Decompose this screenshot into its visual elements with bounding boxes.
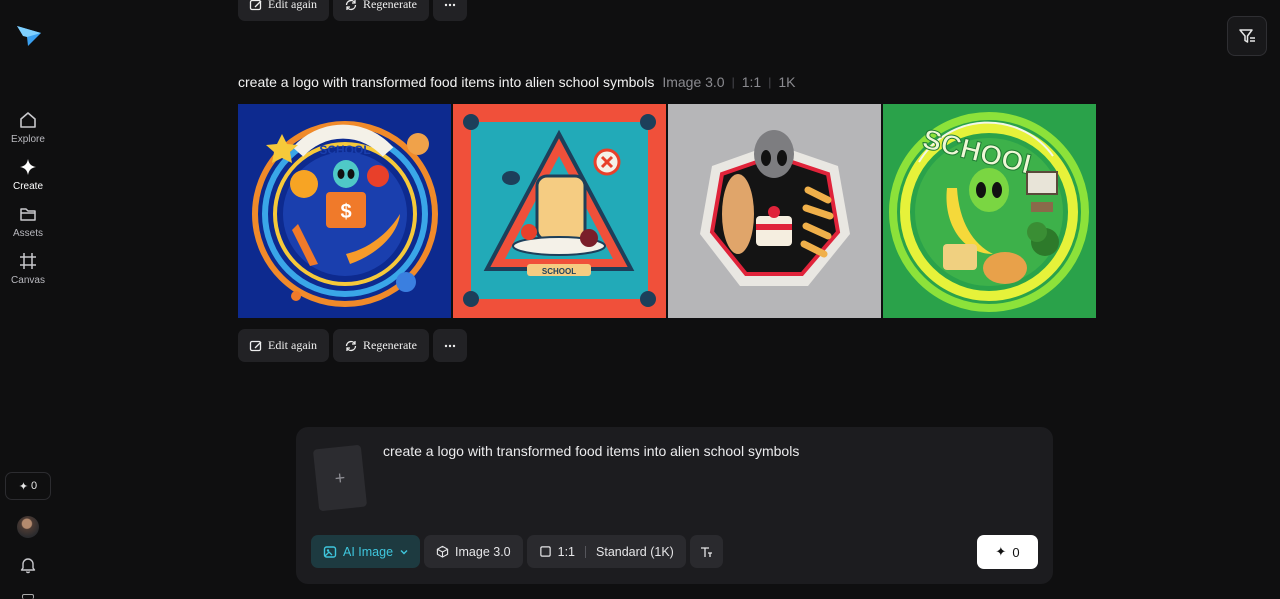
generation-prompt: create a logo with transformed food item…	[238, 74, 655, 90]
frame-icon	[18, 251, 38, 271]
cube-icon	[436, 545, 449, 558]
sidebar-item-assets[interactable]: Assets	[0, 204, 56, 239]
more-button[interactable]	[432, 329, 467, 362]
ai-image-icon	[323, 545, 337, 558]
sidebar-item-label: Create	[12, 181, 43, 192]
svg-text:$: $	[340, 201, 351, 223]
avatar[interactable]	[17, 516, 39, 538]
model-label: Image 3.0	[455, 544, 511, 559]
more-icon	[444, 3, 456, 6]
sidebar-item-create[interactable]: Create	[0, 157, 56, 192]
more-button[interactable]	[432, 0, 467, 21]
text-style-button[interactable]	[689, 535, 723, 568]
mode-select[interactable]: AI Image	[311, 535, 421, 568]
generation-ratio: 1:1	[741, 74, 762, 90]
sidebar-item-label: Explore	[11, 134, 45, 145]
prompt-input[interactable]: create a logo with transformed food item…	[383, 443, 799, 459]
generation-actions: Edit again Regenerate	[238, 329, 467, 362]
generated-image-2[interactable]: SCHOOL	[453, 104, 666, 318]
edit-again-button[interactable]: Edit again	[238, 329, 329, 362]
regenerate-label: Regenerate	[362, 338, 417, 352]
chevron-down-icon	[400, 549, 408, 554]
edit-again-label: Edit again	[268, 0, 317, 11]
tile-school-text: SCHOOL	[542, 267, 576, 276]
app-logo[interactable]	[16, 24, 42, 48]
divider: |	[731, 75, 735, 89]
tile-school-text: SCHOOL	[319, 143, 370, 157]
regenerate-label: Regenerate	[362, 0, 417, 11]
generated-image-3[interactable]	[668, 104, 881, 318]
model-select[interactable]: Image 3.0	[424, 535, 523, 568]
sidebar-item-canvas[interactable]: Canvas	[0, 251, 56, 286]
edit-icon	[249, 340, 262, 351]
filter-icon	[1239, 29, 1255, 43]
ratio-label: 1:1	[557, 544, 576, 559]
generated-image-4[interactable]: SCHOOL	[883, 104, 1096, 318]
bell-icon[interactable]	[19, 556, 37, 574]
image-grid: SCHOOL $ SCHOOL SCHOOL	[238, 104, 1096, 318]
image-upload-button[interactable]: +	[312, 444, 368, 512]
sparkle-icon	[18, 157, 38, 177]
credits-count: 0	[31, 480, 38, 492]
generate-cost: 0	[1012, 544, 1020, 560]
generation-resolution: 1K	[778, 74, 796, 90]
generated-image-1[interactable]: SCHOOL $	[238, 104, 451, 318]
refresh-icon	[345, 0, 357, 10]
generation-header: create a logo with transformed food item…	[238, 74, 795, 90]
sidebar: Explore Create Assets Canvas ✦ 0	[0, 0, 56, 599]
folder-icon	[18, 204, 38, 224]
home-icon	[18, 110, 38, 130]
previous-actions: Edit again Regenerate	[238, 0, 467, 21]
edit-again-button[interactable]: Edit again	[238, 0, 329, 21]
prompt-composer: + create a logo with transformed food it…	[296, 427, 1053, 584]
sidebar-item-label: Assets	[12, 228, 43, 239]
mode-label: AI Image	[343, 544, 394, 559]
more-icon	[444, 344, 456, 347]
edit-again-label: Edit again	[268, 338, 317, 352]
credits-badge[interactable]: ✦ 0	[5, 472, 51, 500]
sparkle-icon: ✦	[18, 480, 29, 493]
divider	[585, 545, 587, 558]
sparkle-icon: ✦	[995, 544, 1007, 559]
size-select[interactable]: 1:1 Standard (1K)	[526, 535, 686, 568]
text-format-icon	[701, 546, 713, 557]
sidebar-more-icon[interactable]	[22, 594, 34, 599]
sidebar-item-label: Canvas	[11, 275, 45, 286]
regenerate-button[interactable]: Regenerate	[332, 0, 429, 21]
sidebar-item-explore[interactable]: Explore	[0, 110, 56, 145]
edit-icon	[249, 0, 262, 10]
composer-toolbar: AI Image Image 3.0 1:1 Standard (1K)	[311, 535, 723, 568]
filter-button[interactable]	[1227, 16, 1267, 56]
aspect-ratio-icon	[539, 546, 551, 557]
refresh-icon	[345, 340, 357, 351]
generate-button[interactable]: ✦ 0	[977, 535, 1038, 569]
divider: |	[768, 75, 772, 89]
generation-model: Image 3.0	[662, 74, 725, 90]
regenerate-button[interactable]: Regenerate	[332, 329, 429, 362]
plus-icon: +	[333, 467, 347, 488]
quality-label: Standard (1K)	[596, 544, 674, 559]
